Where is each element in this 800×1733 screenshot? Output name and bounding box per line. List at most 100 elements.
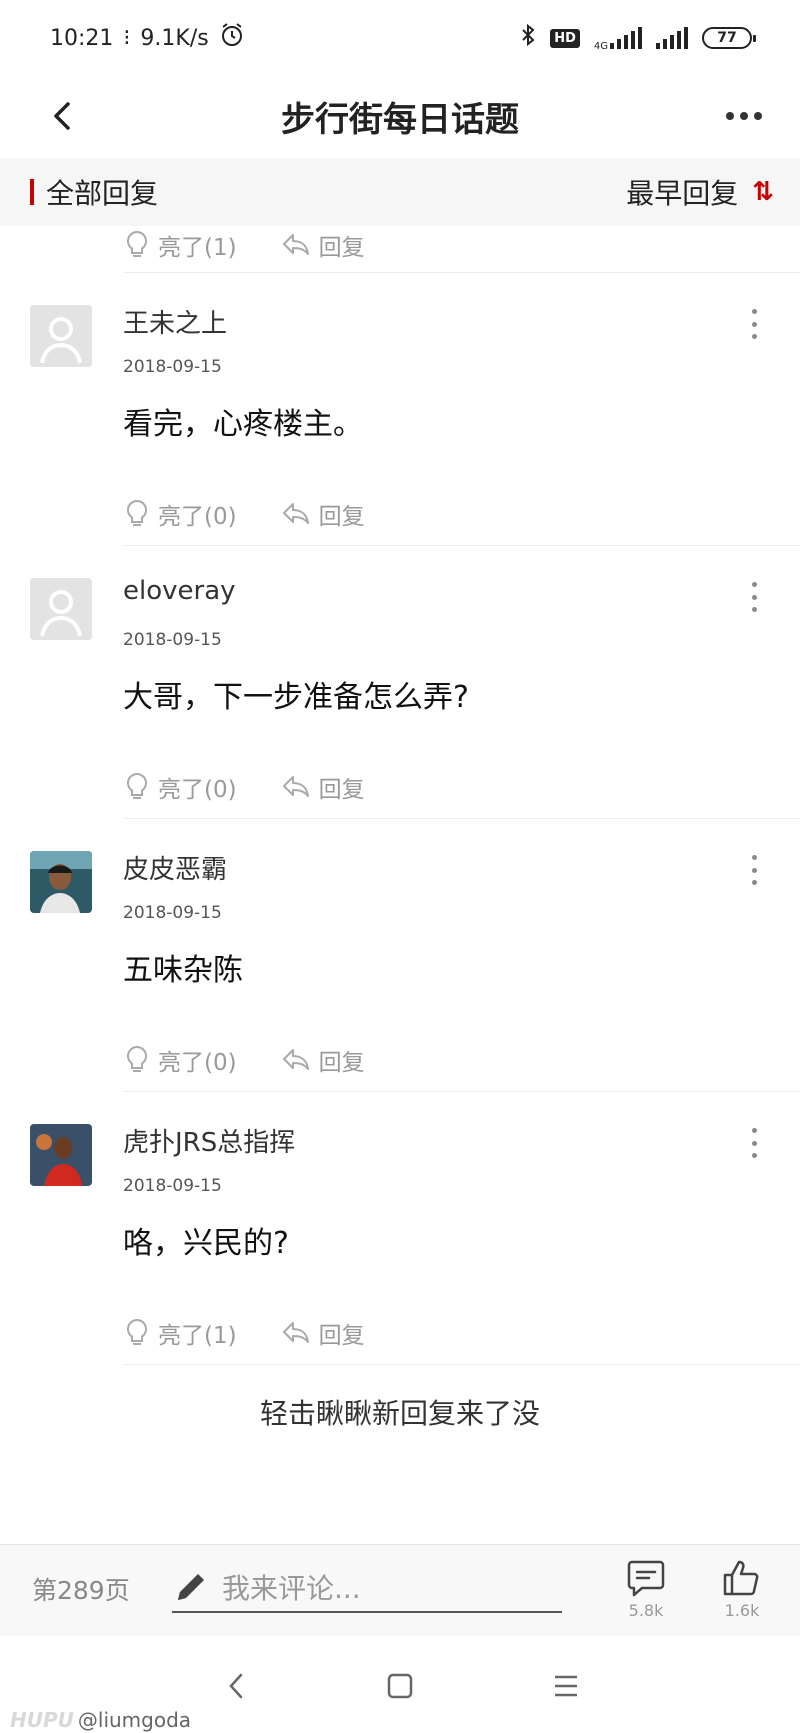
filter-all-replies[interactable]: 全部回复 [30, 172, 158, 212]
more-options-button[interactable] [712, 92, 776, 140]
sort-button[interactable]: 最早回复 ⇅ [626, 172, 774, 212]
watermark-logo: HUPU [10, 1708, 74, 1732]
reply-button[interactable]: 回复 [281, 1316, 365, 1350]
like-count: 1.6k [724, 1601, 760, 1620]
post-menu-button[interactable] [746, 582, 762, 612]
avatar[interactable] [30, 851, 92, 913]
reply-content: 看完，心疼楼主。 [123, 407, 363, 442]
reply-label: 回复 [318, 777, 365, 803]
all-replies-label: 全部回复 [46, 177, 159, 210]
reply-label: 回复 [318, 1323, 365, 1349]
battery-level: 77 [717, 30, 737, 46]
chevron-left-icon [229, 1673, 243, 1699]
comment-bubble-icon [627, 1560, 665, 1597]
system-navigation: HUPU @liumgoda [0, 1636, 800, 1733]
reply-arrow-icon [282, 234, 309, 255]
post-date: 2018-09-15 [123, 903, 222, 923]
page-indicator[interactable]: 第289页 [32, 1571, 130, 1607]
nav-bar: 步行街每日话题 [0, 76, 800, 156]
reply-button[interactable]: 回复 [281, 228, 365, 262]
home-square-icon [387, 1673, 413, 1699]
sort-label: 最早回复 [626, 177, 739, 210]
reply-button[interactable]: 回复 [281, 497, 365, 531]
post-actions: 亮了(1) 回复 [0, 218, 800, 272]
default-avatar-icon [30, 305, 92, 367]
divider [124, 1364, 800, 1365]
refresh-new-replies-button[interactable]: 轻击瞅瞅新回复来了没 [0, 1392, 800, 1432]
light-button[interactable]: 亮了(1) [124, 1316, 237, 1350]
avatar[interactable] [30, 1124, 92, 1186]
avatar[interactable] [30, 305, 92, 367]
more-dot-icon [726, 112, 734, 120]
reply-item: 皮皮恶霸 2018-09-15 五味杂陈 亮了(0) 回复 [0, 819, 800, 1091]
reply-button[interactable]: 回复 [281, 1043, 365, 1077]
light-button[interactable]: 亮了(0) [124, 497, 237, 531]
reply-item: 王未之上 2018-09-15 看完，心疼楼主。 亮了(0) 回复 [0, 273, 800, 545]
light-count: 亮了(1) [158, 235, 237, 261]
reply-label: 回复 [318, 504, 365, 530]
bottom-bar: 第289页 我来评论... 5.8k 1.6k [0, 1544, 800, 1636]
reply-item: eloveray 2018-09-15 大哥，下一步准备怎么弄? 亮了(0) 回… [0, 546, 800, 818]
light-count: 亮了(1) [158, 1323, 237, 1349]
default-avatar-icon [30, 578, 92, 640]
post-date: 2018-09-15 [123, 357, 222, 377]
reply-content: 大哥，下一步准备怎么弄? [123, 680, 469, 715]
post-menu-button[interactable] [746, 855, 762, 885]
reply-arrow-icon [282, 1322, 309, 1343]
post-actions: 亮了(0) 回复 [0, 760, 365, 814]
status-speed: 9.1K/s [140, 25, 209, 51]
filter-bar: 全部回复 最早回复 ⇅ [0, 158, 800, 226]
post-menu-button[interactable] [746, 309, 762, 339]
status-bar: 10:21 ⁝ 9.1K/s HD 4G 77 [0, 0, 800, 76]
page-title: 步行街每日话题 [281, 99, 519, 140]
hd-badge: HD [550, 28, 580, 48]
reply-arrow-icon [282, 503, 309, 524]
author-name[interactable]: 虎扑JRS总指挥 [123, 1122, 295, 1159]
alarm-icon [219, 22, 245, 54]
light-button[interactable]: 亮了(1) [124, 228, 237, 262]
back-button[interactable] [38, 92, 86, 140]
watermark: HUPU @liumgoda [10, 1708, 191, 1732]
section-marker [30, 179, 34, 205]
status-left: 10:21 ⁝ 9.1K/s [50, 22, 245, 54]
bluetooth-icon [520, 23, 536, 53]
chevron-left-icon [54, 102, 70, 130]
post-actions: 亮了(1) 回复 [0, 1306, 365, 1360]
more-dot-icon [754, 112, 762, 120]
pencil-icon [178, 1574, 204, 1600]
light-button[interactable]: 亮了(0) [124, 1043, 237, 1077]
comments-button[interactable]: 5.8k [614, 1559, 678, 1629]
reply-content: 咯，兴民的? [123, 1226, 289, 1261]
system-home-button[interactable] [380, 1666, 420, 1706]
reply-button[interactable]: 回复 [281, 770, 365, 804]
reply-arrow-icon [282, 1049, 309, 1070]
lightbulb-icon [126, 1318, 148, 1345]
reply-label: 回复 [318, 1050, 365, 1076]
system-menu-button[interactable] [546, 1666, 586, 1706]
lightbulb-icon [126, 230, 148, 257]
light-count: 亮了(0) [158, 1050, 237, 1076]
author-name[interactable]: 皮皮恶霸 [123, 849, 227, 886]
author-name[interactable]: 王未之上 [123, 303, 227, 340]
post-date: 2018-09-15 [123, 1176, 222, 1196]
signal-icon [610, 27, 642, 49]
light-button[interactable]: 亮了(0) [124, 770, 237, 804]
like-button[interactable]: 1.6k [710, 1559, 774, 1629]
comment-placeholder: 我来评论... [222, 1572, 361, 1605]
avatar[interactable] [30, 578, 92, 640]
battery-icon: 77 [702, 27, 756, 49]
more-dot-icon [740, 112, 748, 120]
reply-item: 虎扑JRS总指挥 2018-09-15 咯，兴民的? 亮了(1) 回复 [0, 1092, 800, 1364]
reply-label: 回复 [318, 235, 365, 261]
status-time: 10:21 [50, 25, 114, 51]
post-menu-button[interactable] [746, 1128, 762, 1158]
post-actions: 亮了(0) 回复 [0, 487, 365, 541]
light-count: 亮了(0) [158, 777, 237, 803]
status-separator: ⁝ [123, 25, 131, 51]
user-photo-avatar [30, 1124, 92, 1186]
lightbulb-icon [126, 499, 148, 526]
author-name[interactable]: eloveray [123, 576, 236, 606]
system-back-button[interactable] [216, 1666, 256, 1706]
network-label: 4G [593, 41, 608, 52]
comment-input[interactable]: 我来评论... [172, 1563, 562, 1613]
